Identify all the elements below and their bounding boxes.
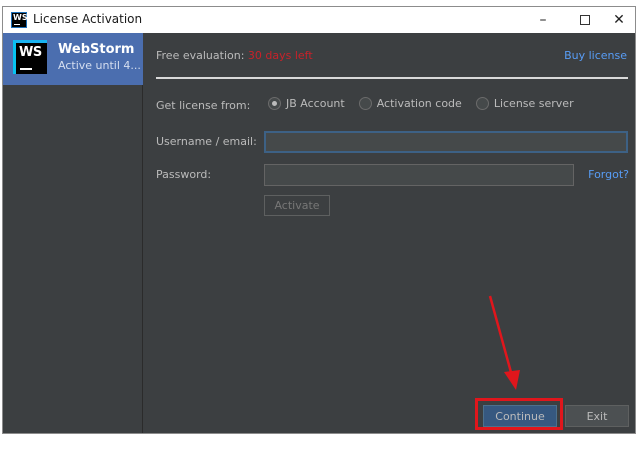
license-panel: Free evaluation: 30 days left Buy licens… — [144, 33, 635, 433]
buy-license-link[interactable]: Buy license — [564, 49, 627, 62]
product-sidebar: WS WebStorm Active until 4... — [3, 33, 143, 433]
window-title: License Activation — [33, 12, 143, 26]
annotation-highlight-box — [475, 398, 563, 430]
username-email-input[interactable] — [264, 131, 628, 153]
evaluation-label: Free evaluation: — [156, 49, 248, 62]
webstorm-app-icon: WS — [11, 12, 28, 28]
title-bar: WS License Activation – ✕ — [3, 7, 635, 33]
radio-jb-account[interactable]: JB Account — [268, 97, 345, 110]
close-button[interactable]: ✕ — [599, 7, 638, 33]
password-input[interactable] — [264, 164, 574, 186]
evaluation-status: Free evaluation: 30 days left — [156, 49, 313, 62]
password-label: Password: — [156, 168, 212, 181]
radio-unchecked-icon — [475, 97, 489, 110]
activate-button[interactable]: Activate — [264, 195, 330, 216]
separator — [156, 77, 628, 79]
radio-checked-icon — [268, 97, 281, 110]
product-status: Active until 4... — [58, 59, 140, 72]
webstorm-logo-icon: WS — [13, 40, 47, 74]
maximize-icon — [580, 15, 590, 25]
annotation-arrow-icon — [488, 295, 520, 390]
radio-license-server[interactable]: License server — [475, 97, 574, 110]
license-activation-window: WS License Activation – ✕ WS WebStorm Ac… — [2, 6, 636, 434]
radio-unchecked-icon — [358, 97, 372, 110]
get-license-label: Get license from: — [156, 99, 251, 112]
username-label: Username / email: — [156, 135, 257, 148]
forgot-password-link[interactable]: Forgot? — [588, 168, 629, 181]
evaluation-days: 30 days left — [247, 49, 313, 62]
minimize-button[interactable]: – — [523, 7, 563, 33]
sidebar-item-webstorm[interactable]: WS WebStorm Active until 4... — [3, 33, 143, 85]
license-source-group: JB Account Activation code License serve… — [268, 97, 588, 110]
exit-button[interactable]: Exit — [565, 405, 629, 427]
product-name: WebStorm — [58, 42, 135, 57]
radio-activation-code[interactable]: Activation code — [358, 97, 462, 110]
